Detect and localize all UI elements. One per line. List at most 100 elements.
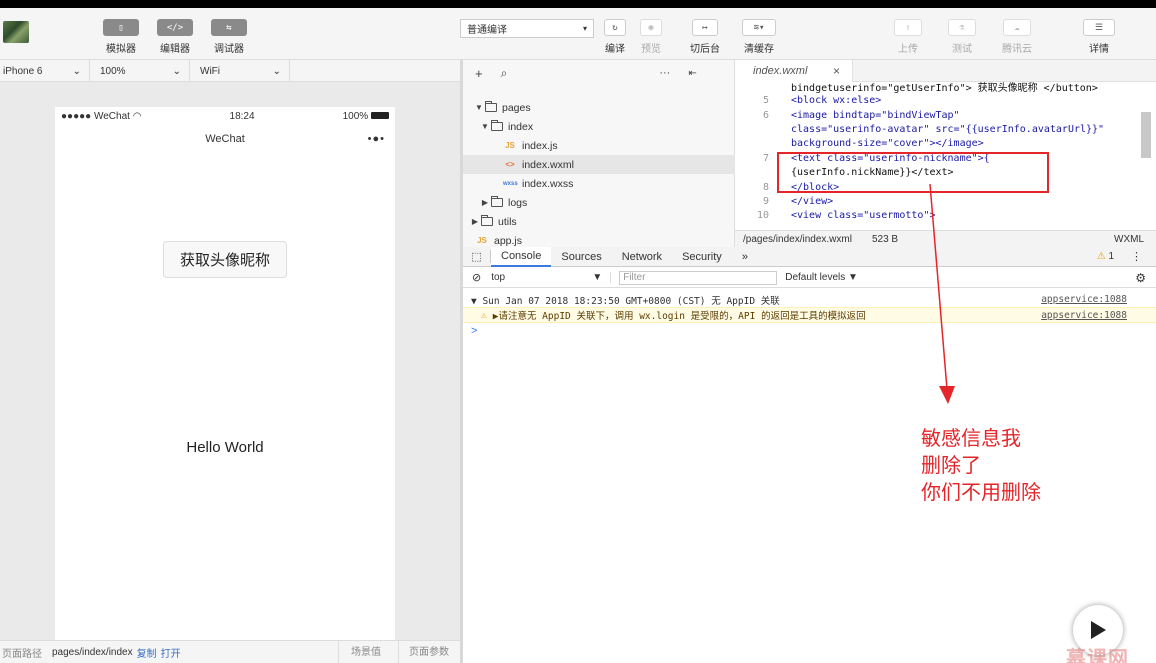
console-prompt[interactable]: >	[471, 325, 477, 337]
kebab-menu-icon[interactable]: ⋮	[1131, 250, 1142, 263]
file-tree: + ⌕ ··· ⇤ ▼ pages ▼ index JS index.js <>…	[463, 60, 735, 247]
tab-label: index.wxml	[753, 65, 808, 77]
tab-sources[interactable]: Sources	[551, 247, 611, 267]
annotation-line: 敏感信息我	[921, 428, 1021, 450]
preview-button[interactable]: ◉ 预览	[626, 19, 676, 55]
more-dots-icon[interactable]: •●•	[368, 133, 385, 145]
chevron-down-icon: ⌄	[172, 65, 181, 77]
tree-item-label: index.js	[522, 139, 558, 152]
editor-button[interactable]: </> 编辑器	[150, 19, 200, 55]
params-button[interactable]: 页面参数	[398, 640, 459, 663]
code-line: 5 <block wx:else>	[762, 95, 882, 106]
upload-icon: ⇪	[894, 19, 922, 36]
scene-button[interactable]: 场景值	[338, 640, 393, 663]
tree-item-label: pages	[502, 101, 531, 114]
editor-tab-bar: index.wxml ×	[735, 60, 1156, 82]
flask-icon: ⚗	[948, 19, 976, 36]
test-button[interactable]: ⚗ 测试	[937, 19, 987, 55]
log-source-link[interactable]: appservice:1088	[1041, 310, 1127, 321]
warning-count: 1	[1108, 251, 1114, 262]
get-userinfo-button[interactable]: 获取头像昵称	[163, 241, 287, 278]
caret-right-icon: ▶	[481, 198, 489, 207]
folder-icon	[481, 215, 493, 226]
tree-item-index-wxml[interactable]: <> index.wxml	[463, 155, 735, 174]
log-warning-row[interactable]: ⚠ ▶请注意无 AppID 关联下，调用 wx.login 是受限的，API 的…	[463, 307, 1156, 323]
user-avatar[interactable]	[3, 21, 29, 43]
simulator-label: 模拟器	[106, 44, 136, 55]
tencent-cloud-button[interactable]: ☁ 腾讯云	[992, 19, 1042, 55]
tree-item-pages[interactable]: ▼ pages	[463, 98, 735, 117]
clear-cache-button[interactable]: ≋▾ 清缓存	[734, 19, 784, 55]
background-label: 切后台	[690, 44, 720, 55]
clear-console-icon[interactable]: ⊘	[472, 271, 481, 284]
refresh-icon: ↻	[604, 19, 626, 36]
nav-title: WeChat	[205, 133, 245, 145]
background-button[interactable]: ↦ 切后台	[680, 19, 730, 55]
tab-console[interactable]: Console	[491, 246, 552, 267]
debugger-label: 调试器	[214, 44, 244, 55]
layers-icon: ≋▾	[742, 19, 776, 36]
search-icon[interactable]: ⌕	[501, 66, 508, 81]
page-path-bar: 页面路径 pages/index/index 复制 打开 场景值 页面参数	[0, 640, 460, 663]
compile-mode-select[interactable]: 普通编译 ▾	[460, 19, 594, 38]
zoom-select[interactable]: 100% ⌄	[90, 60, 190, 82]
log-source-link[interactable]: appservice:1088	[1041, 294, 1127, 305]
tree-item-utils[interactable]: ▶ utils	[463, 212, 735, 231]
context-select[interactable]: top ▼	[491, 272, 612, 283]
warning-icon[interactable]: ⚠ 1	[1097, 251, 1114, 262]
play-icon	[1091, 621, 1106, 639]
open-link[interactable]: 打开	[161, 645, 181, 660]
filter-input[interactable]: Filter	[619, 270, 778, 285]
warning-icon: ⚠	[481, 309, 487, 321]
compile-mode-value: 普通编译	[467, 25, 507, 36]
debugger-button[interactable]: ⇆ 调试器	[204, 19, 254, 55]
upload-button[interactable]: ⇪ 上传	[883, 19, 933, 55]
toolbar: ▯ 模拟器 </> 编辑器 ⇆ 调试器 普通编译 ▾ ↻ 编译 ◉ 预览 ↦ 切…	[0, 8, 1156, 60]
tab-network[interactable]: Network	[612, 247, 672, 267]
inspect-icon[interactable]: ⬚	[463, 250, 491, 263]
file-tree-toolbar: + ⌕ ··· ⇤	[463, 60, 735, 86]
simulator-button[interactable]: ▯ 模拟器	[96, 19, 146, 55]
close-icon[interactable]: ×	[833, 64, 840, 78]
tree-item-index-folder[interactable]: ▼ index	[463, 117, 735, 136]
hello-text: Hello World	[186, 439, 264, 456]
network-select[interactable]: WiFi ⌄	[190, 60, 290, 82]
editor-scrollbar[interactable]	[1141, 112, 1151, 158]
device-select[interactable]: iPhone 6 ⌄	[0, 60, 90, 82]
folder-icon	[491, 196, 503, 207]
chevron-down-icon: ⌄	[272, 65, 281, 77]
caret-down-icon: ▼	[592, 272, 603, 283]
annotation-line: 删除了	[921, 455, 981, 477]
collapse-icon[interactable]: ⇤	[688, 68, 696, 79]
caret-down-icon: ▼	[475, 103, 483, 112]
folder-icon	[491, 120, 503, 131]
tree-item-label: index	[508, 120, 534, 133]
plus-icon[interactable]: +	[475, 66, 483, 81]
chevron-down-icon: ▾	[582, 24, 587, 33]
annotation-line: 你们不用删除	[921, 482, 1041, 504]
copy-link[interactable]: 复制	[137, 645, 157, 660]
device-bar: iPhone 6 ⌄ 100% ⌄ WiFi ⌄	[0, 60, 460, 82]
log-group-row[interactable]: ▼ Sun Jan 07 2018 18:23:50 GMT+0800 (CST…	[463, 292, 1156, 307]
code-line: background-size="cover"></image>	[791, 138, 984, 149]
tree-item-index-js[interactable]: JS index.js	[463, 136, 735, 155]
wxss-file-icon: wxss	[503, 180, 518, 187]
more-icon[interactable]: ···	[659, 67, 670, 79]
settings-gear-icon[interactable]: ⚙	[1135, 271, 1146, 285]
context-value: top	[491, 272, 506, 283]
levels-select[interactable]: Default levels ▼	[785, 272, 858, 283]
annotation-note: 敏感信息我 删除了 你们不用删除	[921, 426, 1041, 507]
details-button[interactable]: ☰ 详情	[1074, 19, 1124, 55]
clear-cache-label: 清缓存	[744, 44, 774, 55]
tab-security[interactable]: Security	[672, 247, 732, 267]
debug-icon: ⇆	[211, 19, 247, 36]
more-tabs-button[interactable]: »	[732, 247, 758, 267]
tree-item-logs[interactable]: ▶ logs	[463, 193, 735, 212]
editor-label: 编辑器	[160, 44, 190, 55]
tree-item-index-wxss[interactable]: wxss index.wxss	[463, 174, 735, 193]
code-line: 6 <image bindtap="bindViewTap"	[762, 110, 960, 121]
editor-tab[interactable]: index.wxml ×	[735, 60, 853, 82]
caret-right-icon: ▶	[471, 217, 479, 226]
tree-item-label: index.wxss	[522, 177, 574, 190]
devtools-tabs: ⬚ Console Sources Network Security » ⚠ 1…	[463, 246, 1156, 267]
